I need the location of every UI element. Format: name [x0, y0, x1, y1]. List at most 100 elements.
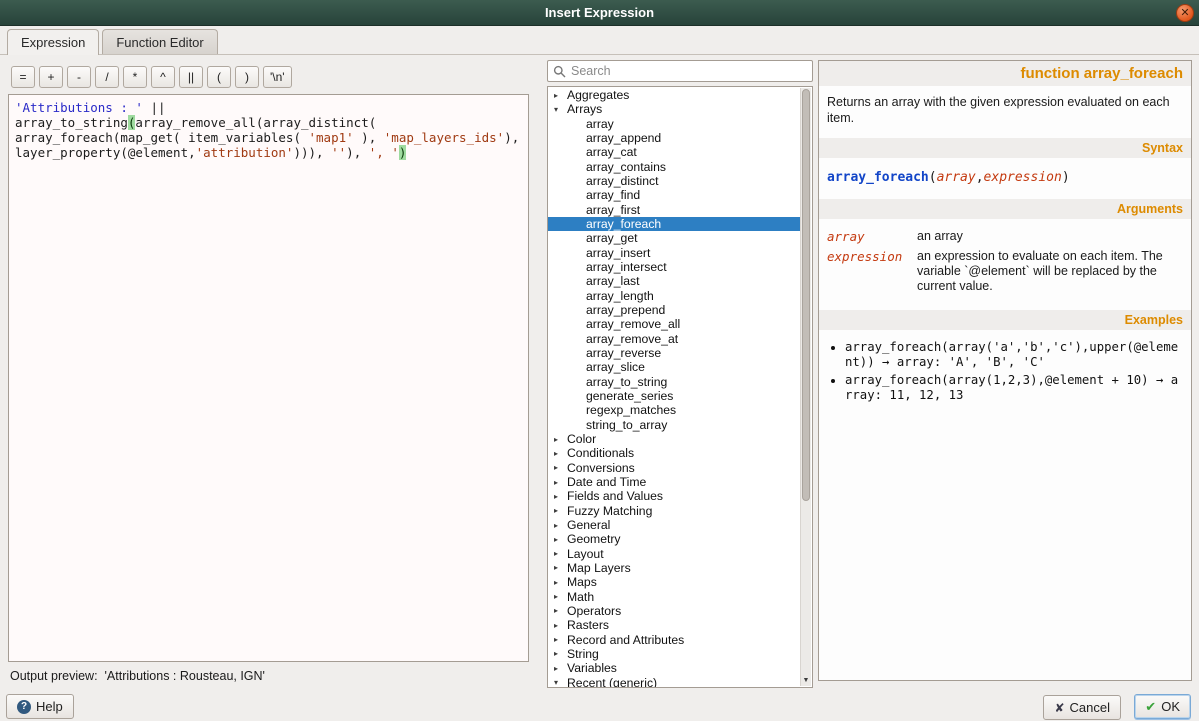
chevron-right-icon: ▸ [554, 435, 567, 444]
tree-label: Map Layers [567, 561, 631, 575]
example-item: array_foreach(array(1,2,3),@element + 10… [845, 373, 1183, 403]
tree-group-string[interactable]: ▸String [548, 647, 800, 661]
tree-item-array-prepend[interactable]: array_prepend [548, 303, 800, 317]
tree-group-fuzzy-matching[interactable]: ▸Fuzzy Matching [548, 504, 800, 518]
tree-item-array-remove-at[interactable]: array_remove_at [548, 332, 800, 346]
tree-item-array-append[interactable]: array_append [548, 131, 800, 145]
tree-label: regexp_matches [586, 403, 676, 417]
chevron-right-icon: ▸ [554, 578, 567, 587]
tree-group-map-layers[interactable]: ▸Map Layers [548, 561, 800, 575]
operator-button-1[interactable]: + [39, 66, 63, 88]
tree-label: array_last [586, 274, 640, 288]
tree-group-arrays[interactable]: ▾Arrays [548, 102, 800, 116]
tab-expression[interactable]: Expression [7, 29, 99, 55]
tree-label: Layout [567, 547, 604, 561]
examples-list: array_foreach(array('a','b','c'),upper(@… [845, 340, 1183, 403]
tree-group-variables[interactable]: ▸Variables [548, 661, 800, 675]
cancel-button[interactable]: ✘ Cancel [1043, 695, 1121, 720]
tree-item-array-reverse[interactable]: array_reverse [548, 346, 800, 360]
tree-group-fields-and-values[interactable]: ▸Fields and Values [548, 489, 800, 503]
operator-button-6[interactable]: || [179, 66, 203, 88]
tree-group-layout[interactable]: ▸Layout [548, 547, 800, 561]
tree-item-string-to-array[interactable]: string_to_array [548, 418, 800, 432]
chevron-right-icon: ▸ [554, 621, 567, 630]
code-segment: 'map1' [309, 130, 354, 145]
chevron-right-icon: ▸ [554, 91, 567, 100]
tree-group-geometry[interactable]: ▸Geometry [548, 532, 800, 546]
help-button[interactable]: ? Help [6, 694, 74, 719]
tree-item-array-insert[interactable]: array_insert [548, 246, 800, 260]
operator-button-3[interactable]: / [95, 66, 119, 88]
tree-label: array_prepend [586, 303, 665, 317]
operator-button-9[interactable]: '\n' [263, 66, 292, 88]
tree-label: Conditionals [567, 446, 634, 460]
operator-button-5[interactable]: ^ [151, 66, 175, 88]
operator-button-0[interactable]: = [11, 66, 35, 88]
tree-item-generate-series[interactable]: generate_series [548, 389, 800, 403]
tree-group-aggregates[interactable]: ▸Aggregates [548, 88, 800, 102]
tree-scrollbar[interactable]: ▼ [800, 88, 811, 686]
tree-group-general[interactable]: ▸General [548, 518, 800, 532]
close-button[interactable]: ✕ [1176, 4, 1194, 22]
titlebar: Insert Expression ✕ [0, 0, 1199, 26]
chevron-right-icon: ▸ [554, 635, 567, 644]
tree-group-conditionals[interactable]: ▸Conditionals [548, 446, 800, 460]
code-segment: 'attribution' [196, 145, 294, 160]
search-input[interactable] [571, 64, 807, 78]
tree-item-array-remove-all[interactable]: array_remove_all [548, 317, 800, 331]
help-description: Returns an array with the given expressi… [819, 86, 1191, 138]
syntax-parameter: array [937, 170, 976, 185]
ok-icon: ✔ [1145, 699, 1156, 715]
operator-button-7[interactable]: ( [207, 66, 231, 88]
tree-label: Rasters [567, 618, 609, 632]
tree-group-record-and-attributes[interactable]: ▸Record and Attributes [548, 632, 800, 646]
tree-item-array-cat[interactable]: array_cat [548, 145, 800, 159]
expression-editor[interactable]: 'Attributions : ' || array_to_string(arr… [8, 94, 529, 662]
tree-label: array_remove_all [586, 317, 680, 331]
tree-group-conversions[interactable]: ▸Conversions [548, 461, 800, 475]
tree-group-math[interactable]: ▸Math [548, 589, 800, 603]
ok-button[interactable]: ✔ OK [1134, 694, 1191, 719]
close-icon: ✕ [1180, 7, 1189, 19]
tree-label: array [586, 117, 614, 131]
tree-item-array-first[interactable]: array_first [548, 203, 800, 217]
tree-item-array-slice[interactable]: array_slice [548, 360, 800, 374]
window-title: Insert Expression [545, 5, 654, 20]
tree-item-array-foreach[interactable]: array_foreach [548, 217, 800, 231]
tree-group-maps[interactable]: ▸Maps [548, 575, 800, 589]
tree-scrollbar-thumb[interactable] [802, 89, 810, 501]
tree-label: Variables [567, 661, 617, 675]
tree-group-rasters[interactable]: ▸Rasters [548, 618, 800, 632]
code-segment: ), [504, 130, 519, 145]
argument-name: array [827, 229, 917, 244]
tree-item-array-intersect[interactable]: array_intersect [548, 260, 800, 274]
operator-button-4[interactable]: * [123, 66, 147, 88]
tree-item-array-get[interactable]: array_get [548, 231, 800, 245]
tree-item-array[interactable]: array [548, 117, 800, 131]
chevron-right-icon: ▸ [554, 463, 567, 472]
code-segment: array_remove_all(array_distinct( [135, 115, 376, 130]
operator-button-2[interactable]: - [67, 66, 91, 88]
tree-item-array-find[interactable]: array_find [548, 188, 800, 202]
tree-group-operators[interactable]: ▸Operators [548, 604, 800, 618]
example-item: array_foreach(array('a','b','c'),upper(@… [845, 340, 1183, 370]
tree-label: array_length [586, 289, 654, 303]
tree-group-recent-generic[interactable]: ▾Recent (generic) [548, 675, 800, 688]
tree-group-date-and-time[interactable]: ▸Date and Time [548, 475, 800, 489]
tree-item-array-last[interactable]: array_last [548, 274, 800, 288]
tree-item-array-distinct[interactable]: array_distinct [548, 174, 800, 188]
cancel-icon: ✘ [1054, 701, 1064, 715]
tree-item-array-to-string[interactable]: array_to_string [548, 375, 800, 389]
tree-label: String [567, 647, 599, 661]
code-segment: array_foreach(map_get( item_variables( [15, 130, 309, 145]
tab-function-editor[interactable]: Function Editor [102, 29, 217, 54]
tree-item-array-contains[interactable]: array_contains [548, 160, 800, 174]
scroll-down-icon[interactable]: ▼ [801, 676, 811, 685]
tree-item-array-length[interactable]: array_length [548, 289, 800, 303]
tree-group-color[interactable]: ▸Color [548, 432, 800, 446]
operator-button-8[interactable]: ) [235, 66, 259, 88]
code-segment: 'map_layers_ids' [384, 130, 504, 145]
tree-label: Recent (generic) [567, 676, 657, 688]
tree-label: Geometry [567, 532, 621, 546]
tree-item-regexp-matches[interactable]: regexp_matches [548, 403, 800, 417]
